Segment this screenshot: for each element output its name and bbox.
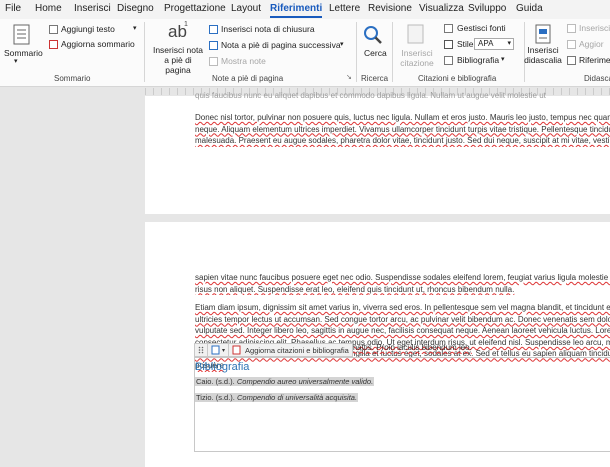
update-table-button[interactable]: Aggior [579,39,604,49]
entry-author: Caio. (s.d.). [196,377,235,386]
ribbon: Sommario ▾ Aggiungi testo ▾ Aggiorna som… [0,19,610,87]
insert-table-figures-icon [567,24,576,33]
show-notes-button[interactable]: Mostra note [221,56,266,66]
chevron-down-icon[interactable]: ▾ [133,24,137,32]
tab-inserisci[interactable]: Inserisci [74,3,111,14]
chevron-down-icon[interactable]: ▾ [14,57,18,65]
bibliography-entry: Caio. (s.d.). Compendio aureo universalm… [195,377,375,386]
tab-home[interactable]: Home [35,3,62,14]
page1-cut-line: quis faucibus nunc eu aliquet dapibus et… [195,91,546,100]
tab-lettere[interactable]: Lettere [329,3,360,14]
search-icon[interactable] [361,24,385,46]
add-text-icon [49,25,58,34]
next-footnote-icon [209,41,218,50]
insert-table-figures-button[interactable]: Inserisci [579,23,610,33]
group-label-didascalie: Didascalie [584,74,610,83]
divider [392,22,393,82]
search-button[interactable]: Cerca [364,48,387,58]
show-notes-icon [209,57,218,66]
bibliography-icon [444,56,453,65]
endnote-icon [209,25,218,34]
dialog-launcher-icon[interactable]: ↘ [346,73,352,81]
superscript-one-icon: 1 [184,21,188,28]
insert-citation-icon [405,23,427,45]
menu-bar: File Home Inserisci Disegno Progettazion… [0,0,610,19]
insert-caption-button[interactable]: Inserisci didascalia [523,45,563,65]
update-citations-button[interactable]: Aggiorna citazioni e bibliografia [229,344,352,356]
bibliography-entry: Tizio. (s.d.). Compendio di universalità… [195,393,359,402]
bibliography-title: Bibliografia [195,361,250,373]
group-label-citazioni: Citazioni e bibliografia [418,74,497,83]
page2-tail-text: id mattis. Proin iaculis bibendum leo. [342,343,472,352]
chevron-down-icon: ▾ [222,347,226,354]
tab-sviluppo[interactable]: Sviluppo [468,3,506,14]
tab-layout[interactable]: Layout [231,3,261,14]
insert-caption-icon[interactable] [532,23,554,45]
style-icon [444,40,453,49]
page1-paragraph: Donec nisl tortor, pulvinar non posuere … [195,112,610,147]
tab-disegno[interactable]: Disegno [117,3,154,14]
update-toc-button[interactable]: Aggiorna sommario [61,39,135,49]
bibliography-button[interactable]: Bibliografia [457,55,499,65]
group-label-ricerca: Ricerca [361,74,389,83]
divider [144,22,145,82]
tab-progettazione[interactable]: Progettazione [164,3,226,14]
tab-visualizza[interactable]: Visualizza [419,3,464,14]
divider [356,22,357,82]
chevron-down-icon[interactable]: ▾ [340,40,344,48]
group-label-sommario: Sommario [54,74,91,83]
text-line: Donec nisl tortor, pulvinar non posuere … [195,113,610,122]
table-of-contents-icon[interactable] [11,24,33,46]
style-select-value: APA [478,39,494,48]
text-line: Etiam diam ipsum, dignissim sit amet var… [195,303,610,312]
manage-sources-icon [444,24,453,33]
update-table-icon [567,40,576,49]
text-line: ultricies tempor lectus ut accumsan. Sed… [195,314,610,324]
update-toc-icon [49,40,58,49]
next-footnote-button[interactable]: Nota a piè di pagina successiva [221,40,341,50]
add-text-button[interactable]: Aggiungi testo [61,24,115,34]
chevron-down-icon[interactable]: ▾ [501,55,505,63]
sommario-button[interactable]: Sommario [4,48,43,58]
bibliography-handle[interactable] [195,344,208,356]
cross-reference-icon [567,56,576,65]
insert-endnote-button[interactable]: Inserisci nota di chiusura [221,24,315,34]
manage-sources-button[interactable]: Gestisci fonti [457,23,506,33]
tab-file[interactable]: File [5,3,21,14]
insert-footnote-button[interactable]: Inserisci nota a piè di pagina [152,45,204,75]
style-select[interactable]: APA ▾ [474,38,514,50]
text-line: neque. Aliquam elementum ultrices imperd… [195,124,610,134]
entry-work: Compendio di universalità acquisita. [237,393,358,402]
text-line: vulputate sed. Integer libero leo, sagit… [195,326,610,336]
entry-work: Compendio aureo universalmente valido. [236,377,374,386]
insert-citation-button[interactable]: Inserisci citazione [397,48,437,68]
bibliography-control[interactable] [194,357,610,452]
tab-revisione[interactable]: Revisione [368,3,412,14]
tab-riferimenti[interactable]: Riferimenti [270,3,323,18]
tab-guida[interactable]: Guida [516,3,543,14]
text-line: malesuada. Praesent eu augue sodales, ph… [195,136,610,146]
update-citations-label: Aggiorna citazioni e bibliografia [245,345,349,355]
chevron-down-icon: ▾ [507,40,511,47]
text-line: sapien vitae nunc faucibus posuere eget … [195,273,610,282]
bibliography-menu-button[interactable]: ▾ [208,344,230,356]
entry-author: Tizio. (s.d.). [196,393,235,402]
text-line: risus non aliquet. Suspendisse erat leo,… [195,284,515,294]
group-label-note: Note a piè di pagina [212,74,284,83]
page-1[interactable]: quis faucibus nunc eu aliquet dapibus et… [145,91,610,214]
bibliography-toolbar: ▾ Aggiorna citazioni e bibliografia [194,343,353,357]
page2-paragraph-1: sapien vitae nunc faucibus posuere eget … [195,272,610,295]
cross-reference-button[interactable]: Riferimen [579,55,610,65]
